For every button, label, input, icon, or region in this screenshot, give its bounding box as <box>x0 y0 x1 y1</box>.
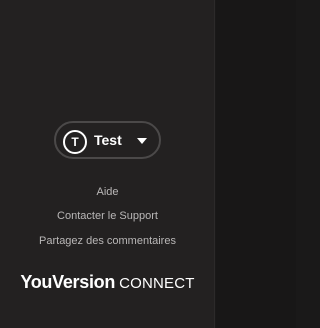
brand-name: YouVersion <box>20 272 116 292</box>
help-link[interactable]: Aide <box>0 185 215 199</box>
brand-product: CONNECT <box>119 275 195 292</box>
chevron-down-icon <box>137 138 147 144</box>
brand-logo: YouVersion CONNECT <box>0 271 215 295</box>
avatar: T <box>63 130 87 154</box>
contact-support-link[interactable]: Contacter le Support <box>0 209 215 223</box>
share-feedback-link[interactable]: Partagez des commentaires <box>0 234 215 248</box>
user-menu-button[interactable]: T Test <box>54 121 161 159</box>
main-content-area <box>216 0 296 328</box>
sidebar: T Test Aide Contacter le Support Partage… <box>0 0 215 328</box>
user-name: Test <box>94 132 122 148</box>
